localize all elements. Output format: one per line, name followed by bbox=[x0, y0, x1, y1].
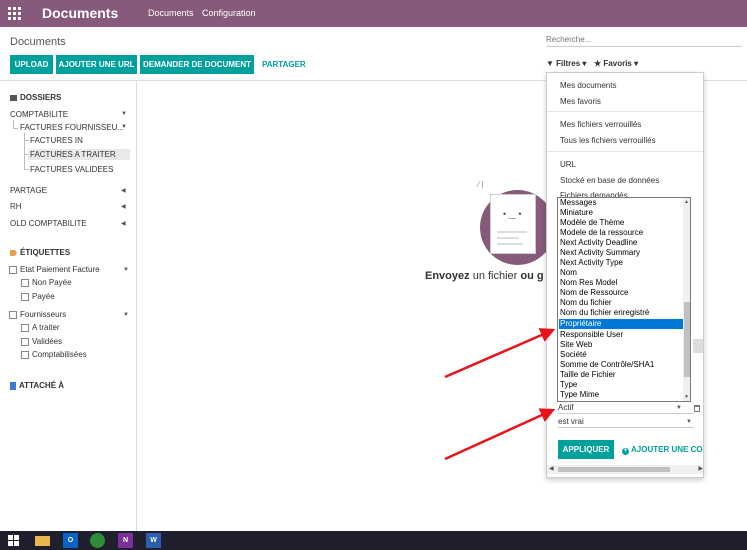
windows-start-icon[interactable] bbox=[8, 535, 19, 546]
arrow-to-actif bbox=[444, 408, 556, 461]
arrow-to-proprietaire bbox=[444, 328, 556, 379]
onenote-icon[interactable]: N bbox=[118, 533, 133, 548]
word-icon[interactable]: W bbox=[146, 533, 161, 548]
chrome-icon[interactable] bbox=[90, 533, 105, 548]
windows-taskbar: O N W bbox=[0, 531, 747, 550]
outlook-icon[interactable]: O bbox=[63, 533, 78, 548]
file-explorer-icon[interactable] bbox=[35, 536, 50, 546]
annotation-arrows bbox=[444, 328, 556, 461]
